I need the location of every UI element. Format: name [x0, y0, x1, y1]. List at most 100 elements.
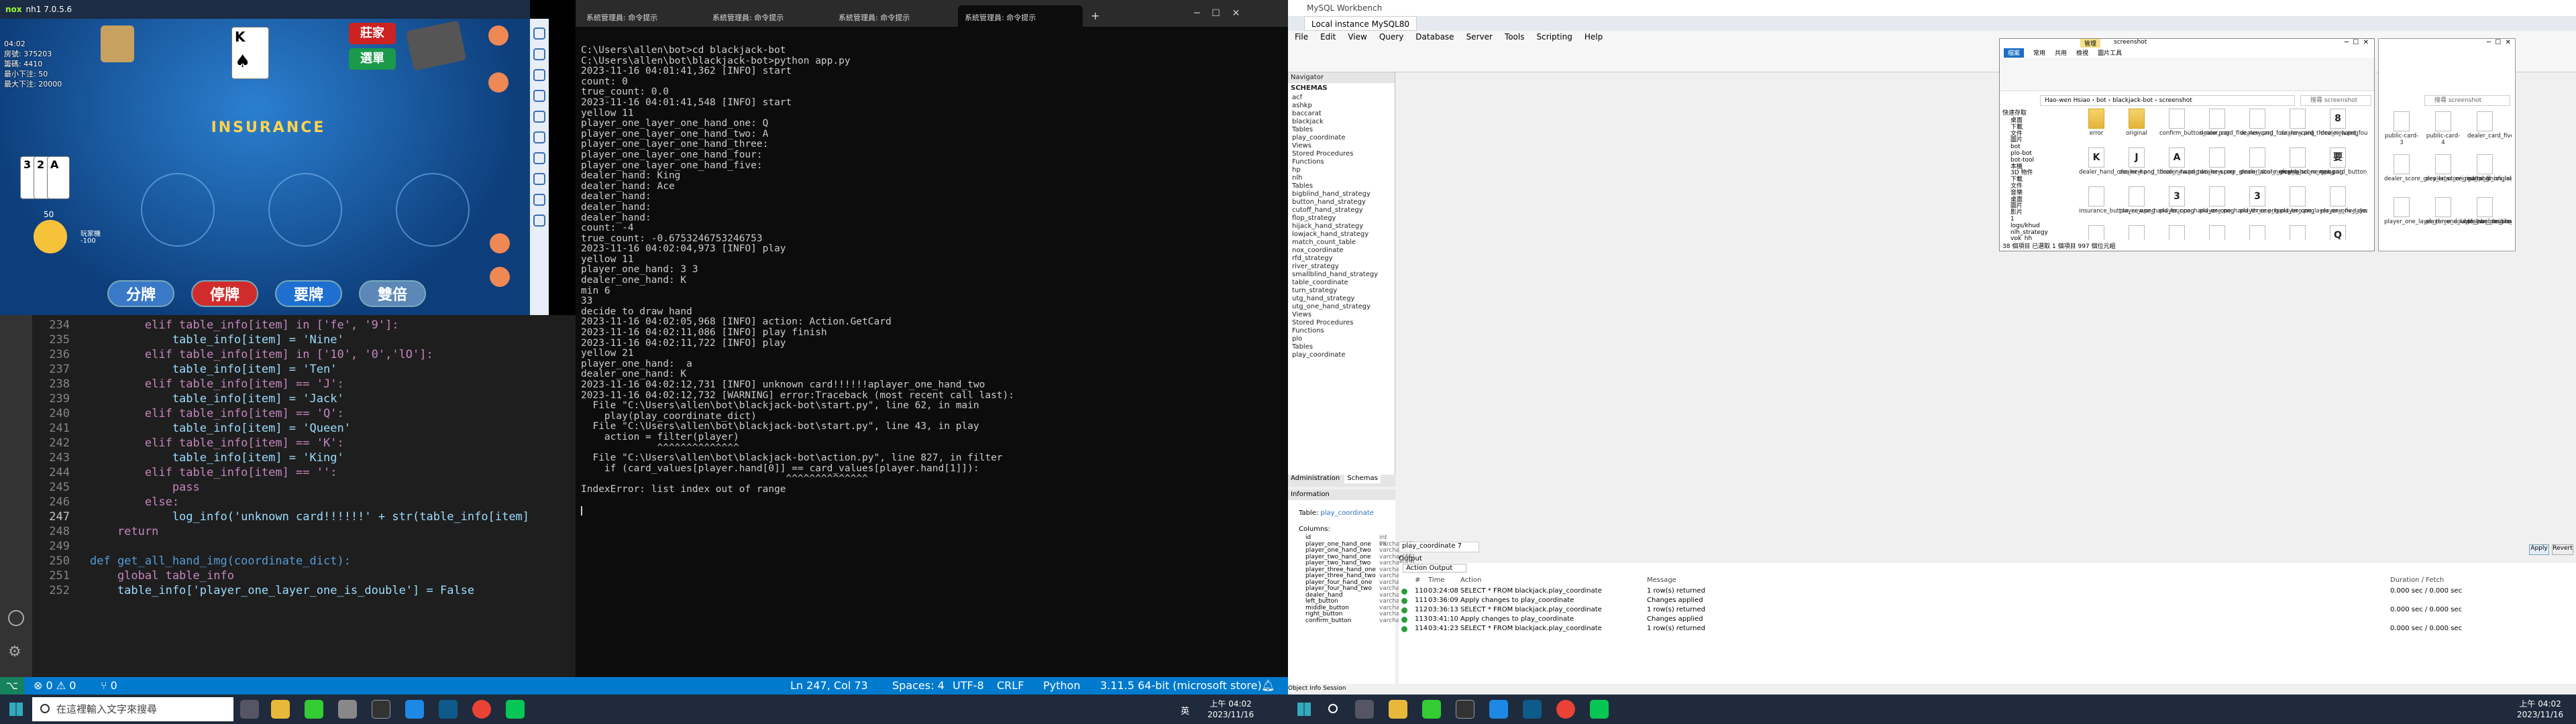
output-row[interactable]: 114 03:41:23 SELECT * FROM blackjack.play_… [1399, 625, 2576, 634]
code-line[interactable]: 244 elif table_info[item] == '': [32, 465, 576, 480]
file-explorer-window-2[interactable]: ─ ☐ ✕ 搜尋 screenshot public-card-3 public-… [2378, 38, 2516, 251]
ribbon-share-tab[interactable]: 共用 [2055, 48, 2067, 58]
file-item[interactable]: 3 player_one_hand_two.png [2240, 186, 2314, 215]
search-box-2[interactable]: 搜尋 screenshot [2424, 95, 2510, 106]
window-controls[interactable]: ─ ☐ ✕ [2345, 39, 2369, 46]
workbench-icon[interactable] [439, 700, 458, 719]
file-item[interactable]: dealer_score_new.png [2280, 147, 2343, 176]
query-tab[interactable]: play_coordinate 7 [1399, 542, 1479, 552]
seat-circle-3[interactable] [268, 173, 342, 247]
code-lines[interactable]: 234 elif table_info[item] in ['fe', '9']… [32, 318, 576, 677]
code-line[interactable]: 250 def get_all_hand_img(coordinate_dict)… [32, 554, 576, 568]
banker-button[interactable]: 莊家 [349, 23, 396, 44]
chrome-icon[interactable] [1556, 700, 1575, 719]
menu-file[interactable]: File [1288, 31, 1313, 44]
file-item[interactable]: original [2119, 109, 2154, 137]
code-line[interactable]: 236 elif table_info[item] in ['10', '0',… [32, 347, 576, 362]
stand-button[interactable]: 停牌 [191, 280, 258, 307]
schema-tree-item[interactable]: baccarat [1292, 110, 1395, 118]
schema-tree-item[interactable]: Stored Procedures [1292, 150, 1395, 158]
file-item[interactable]: player_one_layer_one_card_three_new.png [2159, 225, 2194, 240]
file-item[interactable]: dealer_card_four_new.png [2240, 109, 2314, 137]
schema-tree-item[interactable]: ashkp [1292, 102, 1395, 110]
chrome-icon[interactable] [472, 700, 491, 719]
window-controls[interactable]: ─ ☐ ✕ [2379, 39, 2515, 46]
python-interpreter[interactable]: 3.11.5 64-bit (microsoft store) [1100, 679, 1262, 692]
explorer-icon[interactable] [271, 700, 290, 719]
file-item[interactable]: player_one_layer_one_five_double_label_n… [2280, 186, 2367, 215]
nox-tool-icon[interactable] [533, 215, 545, 227]
account-icon[interactable] [8, 610, 24, 626]
output-row[interactable]: 112 03:36:13 SELECT * FROM blackjack.play_… [1399, 606, 2576, 615]
nox-icon[interactable] [1422, 700, 1441, 719]
schema-tree-item[interactable]: Stored Procedures [1292, 319, 1395, 327]
code-line[interactable]: 238 elif table_info[item] == 'J': [32, 377, 576, 391]
menu-scripting[interactable]: Scripting [1529, 31, 1577, 44]
nox-tool-icon[interactable] [533, 111, 545, 123]
taskbar-search[interactable]: 在這裡輸入文字來搜尋 [32, 697, 233, 721]
file-item[interactable]: player_one_score_green_label_original.pn… [2467, 197, 2512, 225]
seat-circle-4[interactable] [396, 173, 470, 247]
nox-tool-icon[interactable] [533, 90, 545, 102]
vscode-icon[interactable] [405, 700, 424, 719]
nox-tool-icon[interactable] [533, 173, 545, 185]
connection-tab[interactable]: Local instance MySQL80 [1304, 16, 1417, 31]
mic-button[interactable] [490, 233, 510, 253]
terminal-tab[interactable]: 系統管理員: 命令提示 [580, 5, 704, 27]
code-line[interactable]: 239 table_info[item] = 'Jack' [32, 391, 576, 406]
terminal-tab[interactable]: 系統管理員: 命令提示 [706, 5, 830, 27]
address-bar[interactable]: Hao-wen Hsiao › bot › blackjack-bot › sc… [2040, 95, 2295, 106]
schema-tree-item[interactable]: table_coordinate [1292, 279, 1395, 287]
object-info-tab[interactable]: Object Info [1288, 685, 1321, 692]
code-line[interactable]: 247 log_info('unknown card!!!!!!' + str(… [32, 509, 576, 524]
file-item[interactable]: player_one_hand_four.png [2119, 186, 2194, 215]
start-button[interactable] [1297, 703, 1311, 716]
file-item[interactable]: error [2079, 109, 2114, 137]
ribbon-file-tab[interactable]: 檔案 [2004, 48, 2025, 58]
schema-tree-item[interactable]: rfd_strategy [1292, 255, 1395, 263]
administration-tab[interactable]: Administration [1288, 473, 1342, 483]
menu-tools[interactable]: Tools [1498, 31, 1530, 44]
nox-tool-icon[interactable] [533, 194, 545, 206]
terminal-icon[interactable] [372, 700, 390, 719]
file-item[interactable]: Adealer_hand_two_new.png [2159, 147, 2235, 176]
menu-server[interactable]: Server [1460, 31, 1498, 44]
output-row[interactable]: 111 03:36:09 Apply changes to play_coordin… [1399, 597, 2576, 606]
clock[interactable]: 上午 04:02 2023/11/16 [2517, 699, 2563, 720]
taskview-icon[interactable] [240, 700, 259, 719]
schema-tree-item[interactable]: play_coordinate [1292, 351, 1395, 359]
clock[interactable]: 上午 04:02 2023/11/16 [1208, 699, 1254, 720]
schema-tree-item[interactable]: nox_coordinate [1292, 247, 1395, 255]
file-item[interactable]: dealer_card_three_new.png [2280, 109, 2358, 137]
menu-button[interactable]: 選單 [349, 48, 396, 70]
menu-query[interactable]: Query [1373, 31, 1409, 44]
schema-tree-item[interactable]: Functions [1292, 158, 1395, 166]
terminal-tab-active[interactable]: 系統管理員: 命令提示 [958, 5, 1083, 27]
file-item[interactable]: player_one_hand_three.png [2200, 186, 2279, 215]
schema-tree-item[interactable]: Views [1292, 142, 1395, 150]
nox-icon[interactable] [305, 700, 323, 719]
schema-tree-item[interactable]: Functions [1292, 327, 1395, 335]
nox-tool-icon[interactable] [533, 152, 545, 164]
nox-tool-icon[interactable] [533, 27, 545, 40]
workbench-icon[interactable] [1523, 700, 1542, 719]
menu-view[interactable]: View [1341, 31, 1372, 44]
terminal-tab[interactable]: 系統管理員: 命令提示 [832, 5, 957, 27]
explorer-icon[interactable] [1389, 700, 1407, 719]
quick-access[interactable]: 快速存取 [2002, 110, 2027, 117]
schemas-tab[interactable]: Schemas [1344, 473, 1381, 483]
code-line[interactable]: 249 [32, 539, 576, 554]
manage-tab[interactable]: 管理 [2080, 39, 2101, 48]
code-line[interactable]: 234 elif table_info[item] in ['fe', '9']… [32, 318, 576, 333]
schema-tree-item[interactable]: Tables [1292, 126, 1395, 134]
apply-button[interactable]: Apply [2529, 544, 2549, 555]
terminal-window[interactable]: 系統管理員: 命令提示 系統管理員: 命令提示 系統管理員: 命令提示 系統管理… [576, 0, 1288, 677]
code-line[interactable]: 251 global table_info [32, 568, 576, 583]
ribbon-view-tab[interactable]: 檢視 [2076, 48, 2088, 58]
schema-tree-item[interactable]: hijack_hand_strategy [1292, 223, 1395, 231]
side-chip-icon-2[interactable] [488, 72, 508, 93]
code-line[interactable]: 235 table_info[item] = 'Nine' [32, 333, 576, 347]
window-controls[interactable]: ─ ☐ ✕ [1194, 8, 1288, 27]
remote-icon[interactable]: ⌥ [0, 677, 24, 695]
nox-tool-icon[interactable] [533, 69, 545, 81]
